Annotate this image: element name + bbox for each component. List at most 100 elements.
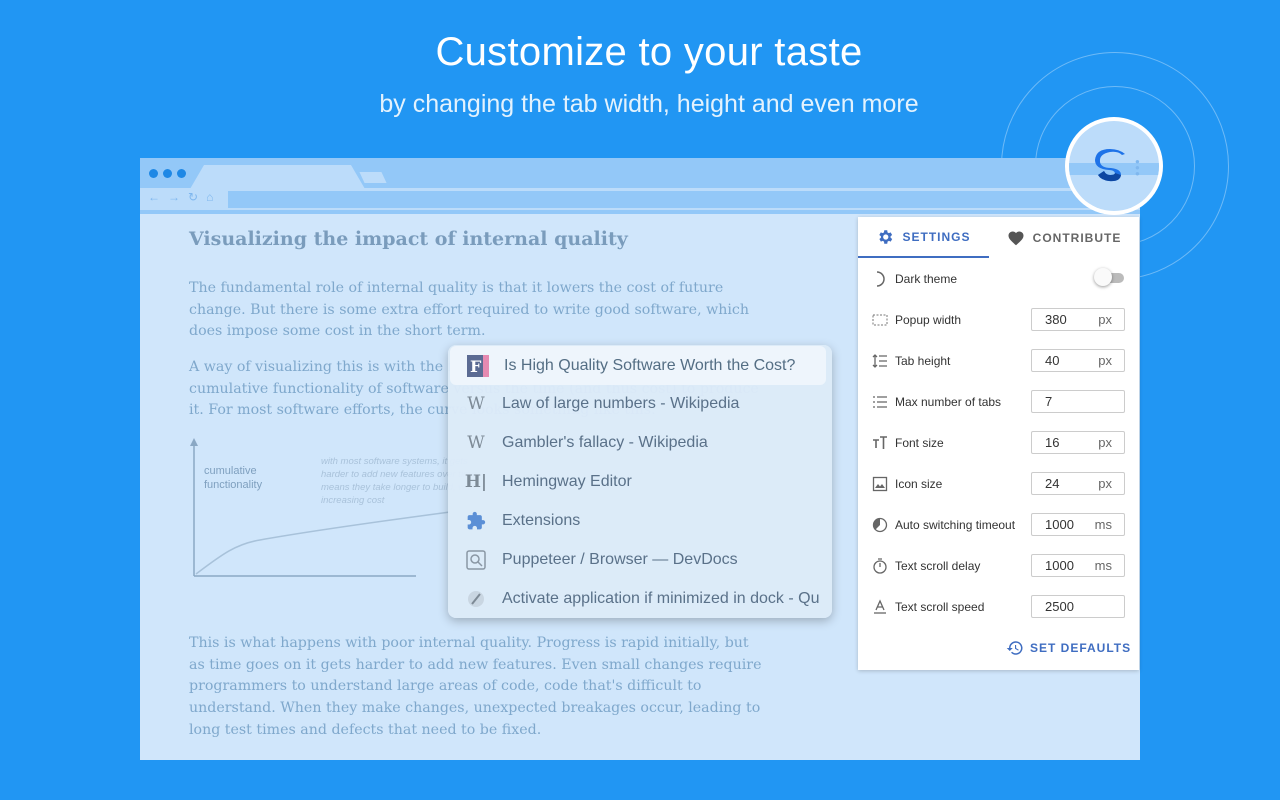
wikipedia-icon: W xyxy=(467,432,485,453)
input-value: 16 xyxy=(1045,435,1060,450)
input-value: 40 xyxy=(1045,353,1060,368)
tab-contribute[interactable]: CONTRIBUTE xyxy=(989,217,1139,258)
browser-tab-active xyxy=(190,165,365,189)
address-bar xyxy=(228,191,1140,208)
back-icon: ← xyxy=(148,190,160,204)
tab-item[interactable]: F Is High Quality Software Worth the Cos… xyxy=(450,346,826,385)
tab-item[interactable]: Puppeteer / Browser — DevDocs xyxy=(448,540,832,579)
tab-item[interactable]: W Gambler's fallacy - Wikipedia xyxy=(448,423,832,462)
tab-title: Hemingway Editor xyxy=(502,472,632,490)
setting-scroll-delay: Text scroll delay 1000 ms xyxy=(858,545,1139,586)
stopwatch-icon xyxy=(870,556,890,576)
svg-text:F: F xyxy=(470,357,482,376)
tab-title: Puppeteer / Browser — DevDocs xyxy=(502,550,738,568)
settings-panel: SETTINGS CONTRIBUTE Dark theme Popup wid… xyxy=(858,217,1139,670)
tab-item[interactable]: Extensions xyxy=(448,501,832,540)
auto-switch-input[interactable]: 1000 ms xyxy=(1031,513,1125,536)
setting-dark-theme: Dark theme xyxy=(858,258,1139,299)
tab-settings-label: SETTINGS xyxy=(902,229,971,244)
font-size-icon xyxy=(870,433,890,453)
toggle-knob xyxy=(1094,268,1112,286)
home-icon: ⌂ xyxy=(206,190,214,204)
setting-tab-height: Tab height 40 px xyxy=(858,340,1139,381)
tab-title: Gambler's fallacy - Wikipedia xyxy=(502,433,708,451)
width-icon xyxy=(870,310,890,330)
tab-title: Law of large numbers - Wikipedia xyxy=(502,394,740,412)
input-value: 1000 xyxy=(1045,517,1074,532)
input-value: 2500 xyxy=(1045,599,1074,614)
chart-note: with most software systems, it gets xyxy=(321,456,468,467)
chart-ylabel: cumulative xyxy=(204,465,257,477)
puzzle-icon xyxy=(465,510,487,532)
dark-theme-toggle[interactable] xyxy=(1094,268,1126,286)
input-unit: px xyxy=(1098,435,1112,450)
reload-icon: ↻ xyxy=(188,190,199,204)
input-value: 7 xyxy=(1045,394,1053,409)
chart-curve xyxy=(195,511,451,575)
popup-width-input[interactable]: 380 px xyxy=(1031,308,1125,331)
input-unit: px xyxy=(1098,312,1112,327)
chart-ylabel: functionality xyxy=(204,479,263,491)
image-icon xyxy=(870,474,890,494)
window-controls xyxy=(149,169,186,178)
restore-icon xyxy=(1006,641,1023,655)
devdocs-icon xyxy=(465,549,487,571)
tab-contribute-label: CONTRIBUTE xyxy=(1032,230,1122,245)
heart-icon xyxy=(1008,231,1024,246)
input-unit: px xyxy=(1098,476,1112,491)
max-tabs-input[interactable]: 7 xyxy=(1031,390,1125,413)
setting-max-tabs: Max number of tabs 7 xyxy=(858,381,1139,422)
setting-icon-size: Icon size 24 px xyxy=(858,463,1139,504)
chart-note: increasing cost xyxy=(321,495,385,506)
tab-title: Activate application if minimized in doc… xyxy=(502,589,820,607)
line-height-icon xyxy=(870,351,890,371)
tab-item[interactable]: Activate application if minimized in doc… xyxy=(448,579,832,618)
hemingway-icon: H| xyxy=(464,471,488,492)
article-paragraph: The fundamental role of internal quality… xyxy=(189,280,750,340)
moon-icon xyxy=(870,269,890,289)
window-dot-icon xyxy=(149,169,158,178)
wikipedia-icon: W xyxy=(467,393,485,414)
set-defaults-label: SET DEFAULTS xyxy=(1030,641,1132,655)
timer-icon xyxy=(870,515,890,535)
f-icon: F xyxy=(467,354,489,377)
extension-button[interactable]: ● ● ● xyxy=(1065,117,1163,215)
tab-height-input[interactable]: 40 px xyxy=(1031,349,1125,372)
extension-logo-icon xyxy=(1095,149,1125,182)
input-unit: ms xyxy=(1094,558,1112,573)
tab-switcher-popup: F Is High Quality Software Worth the Cos… xyxy=(448,345,832,618)
font-size-input[interactable]: 16 px xyxy=(1031,431,1125,454)
window-dot-icon xyxy=(177,169,186,178)
setting-popup-width: Popup width 380 px xyxy=(858,299,1139,340)
article-chart: cumulative functionality with most softw… xyxy=(190,438,476,577)
tab-item[interactable]: H| Hemingway Editor xyxy=(448,462,832,501)
input-value: 380 xyxy=(1045,312,1067,327)
setting-scroll-speed: Text scroll speed 2500 xyxy=(858,586,1139,627)
input-value: 24 xyxy=(1045,476,1060,491)
menu-dots-icon: ● ● ● xyxy=(1135,157,1140,178)
article-paragraph: This is what happens with poor internal … xyxy=(189,635,762,738)
input-unit: px xyxy=(1098,353,1112,368)
input-unit: ms xyxy=(1094,517,1112,532)
tab-title: Extensions xyxy=(502,511,581,529)
gear-icon xyxy=(879,229,893,244)
input-value: 1000 xyxy=(1045,558,1074,573)
scroll-delay-input[interactable]: 1000 ms xyxy=(1031,554,1125,577)
tab-settings[interactable]: SETTINGS xyxy=(858,217,989,258)
icon-size-input[interactable]: 24 px xyxy=(1031,472,1125,495)
setting-auto-switch: Auto switching timeout 1000 ms xyxy=(858,504,1139,545)
tab-item[interactable]: W Law of large numbers - Wikipedia xyxy=(448,384,832,423)
scroll-speed-input[interactable]: 2500 xyxy=(1031,595,1125,618)
forward-icon: → xyxy=(168,190,180,204)
panel-tabs: SETTINGS CONTRIBUTE xyxy=(858,217,1139,258)
extension-toolbar-zoom: ● ● ● xyxy=(1069,121,1159,211)
article: Visualizing the impact of internal quali… xyxy=(189,228,764,738)
nav-controls: ← → ↻ ⌂ xyxy=(148,190,213,204)
list-icon xyxy=(870,392,890,412)
chart-y-arrow xyxy=(190,438,198,446)
browser-tab-new xyxy=(359,172,387,183)
stackoverflow-icon xyxy=(465,588,487,610)
set-defaults-button[interactable]: SET DEFAULTS xyxy=(1006,639,1131,657)
window-dot-icon xyxy=(163,169,172,178)
text-speed-icon xyxy=(870,597,890,617)
